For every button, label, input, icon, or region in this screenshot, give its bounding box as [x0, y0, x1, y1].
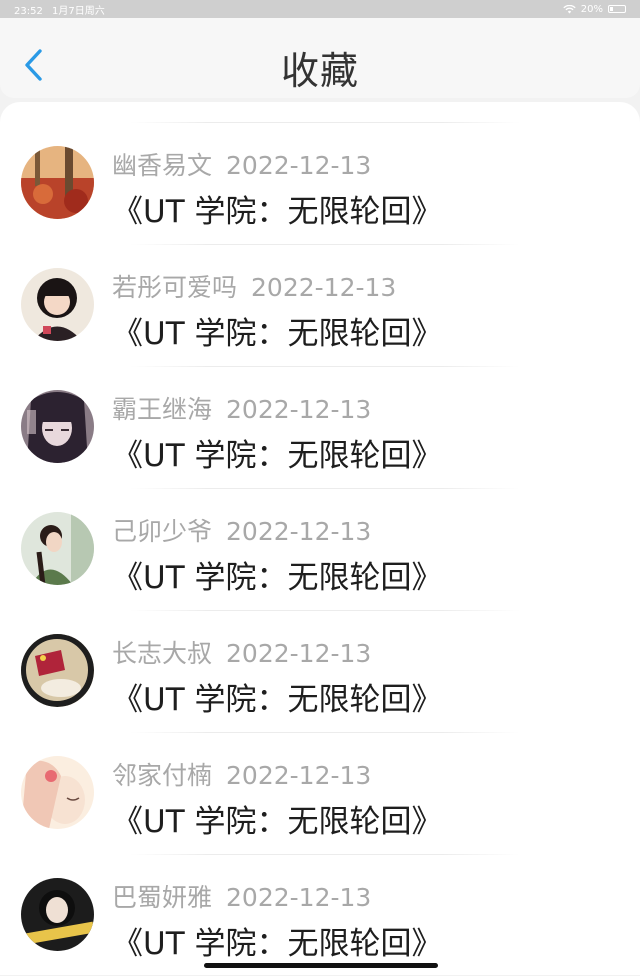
date: 2022-12-13	[226, 639, 372, 668]
wifi-icon	[563, 4, 576, 13]
username: 若彤可爱吗	[112, 273, 238, 302]
navigation-bar: 收藏	[0, 18, 640, 98]
username: 己卯少爷	[112, 517, 213, 546]
item-meta: 邻家付楠 2022-12-13	[112, 756, 371, 792]
username: 霸王继海	[112, 395, 213, 424]
avatar	[21, 878, 94, 951]
date: 2022-12-13	[226, 761, 372, 790]
list-item[interactable]: 若彤可爱吗 2022-12-13 《UT 学院：无限轮回》	[0, 244, 640, 366]
divider	[130, 732, 520, 733]
list-item[interactable]: 幽香易文 2022-12-13 《UT 学院：无限轮回》	[0, 122, 640, 244]
battery-percentage: 20%	[580, 3, 603, 15]
date: 2022-12-13	[226, 395, 372, 424]
avatar	[21, 146, 94, 219]
status-date: 1月7日周六	[52, 5, 105, 17]
date: 2022-12-13	[226, 517, 372, 546]
battery-icon	[608, 5, 626, 13]
page-title: 收藏	[280, 49, 359, 93]
username: 长志大叔	[112, 639, 213, 668]
avatar	[21, 512, 94, 585]
work-title: 《UT 学院：无限轮回》	[112, 804, 443, 840]
avatar	[21, 756, 94, 829]
list-item[interactable]: 霸王继海 2022-12-13 《UT 学院：无限轮回》	[0, 366, 640, 488]
home-indicator[interactable]	[204, 963, 438, 968]
favorites-list: 幽香易文 2022-12-13 《UT 学院：无限轮回》 若彤可爱吗 2022-12…	[0, 102, 640, 975]
date: 2022-12-13	[251, 273, 397, 302]
avatar	[21, 268, 94, 341]
username: 巴蜀妍雅	[112, 883, 213, 912]
list-item[interactable]: 长志大叔 2022-12-13 《UT 学院：无限轮回》	[0, 610, 640, 732]
item-meta: 幽香易文 2022-12-13	[112, 146, 371, 182]
work-title: 《UT 学院：无限轮回》	[112, 926, 443, 962]
username: 幽香易文	[112, 151, 213, 180]
item-meta: 若彤可爱吗 2022-12-13	[112, 268, 396, 304]
work-title: 《UT 学院：无限轮回》	[112, 316, 443, 352]
date: 2022-12-13	[226, 883, 372, 912]
avatar	[21, 390, 94, 463]
divider	[130, 122, 520, 123]
divider	[130, 854, 520, 855]
divider	[130, 488, 520, 489]
username: 邻家付楠	[112, 761, 213, 790]
status-bar: 23:52 1月7日周六 20%	[0, 0, 640, 18]
work-title: 《UT 学院：无限轮回》	[112, 682, 443, 718]
list-item[interactable]: 己卯少爷 2022-12-13 《UT 学院：无限轮回》	[0, 488, 640, 610]
list-item[interactable]: 巴蜀妍雅 2022-12-13 《UT 学院：无限轮回》	[0, 854, 640, 976]
item-meta: 巴蜀妍雅 2022-12-13	[112, 878, 371, 914]
divider	[130, 366, 520, 367]
item-meta: 长志大叔 2022-12-13	[112, 634, 371, 670]
item-meta: 霸王继海 2022-12-13	[112, 390, 371, 426]
divider	[130, 610, 520, 611]
work-title: 《UT 学院：无限轮回》	[112, 560, 443, 596]
status-time: 23:52	[14, 5, 43, 17]
date: 2022-12-13	[226, 151, 372, 180]
item-meta: 己卯少爷 2022-12-13	[112, 512, 371, 548]
work-title: 《UT 学院：无限轮回》	[112, 194, 443, 230]
work-title: 《UT 学院：无限轮回》	[112, 438, 443, 474]
list-item[interactable]: 邻家付楠 2022-12-13 《UT 学院：无限轮回》	[0, 732, 640, 854]
avatar	[21, 634, 94, 707]
divider	[130, 244, 520, 245]
